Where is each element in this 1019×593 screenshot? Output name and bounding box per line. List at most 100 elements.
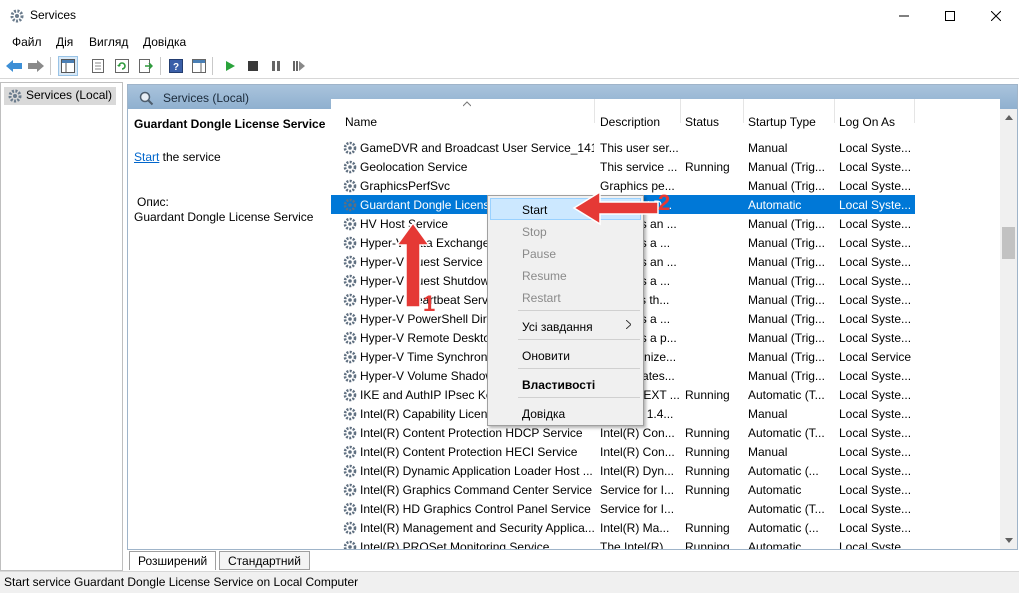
context-menu: Start Stop Pause Resume Restart Усі завд… [487, 195, 644, 426]
cell-startup-type: Manual (Trig... [748, 331, 825, 345]
service-gear-icon [342, 330, 358, 346]
tree-item-services-local[interactable]: Services (Local) [4, 87, 117, 105]
service-gear-icon [342, 254, 358, 270]
cell-description: Intel(R) Ma... [600, 521, 670, 535]
table-row[interactable]: Intel(R) PROSet Monitoring Service The In… [331, 537, 915, 549]
restart-service-icon[interactable] [289, 56, 309, 76]
cell-log-on-as: Local Syste... [839, 141, 912, 155]
column-header-status-label: Status [685, 115, 720, 129]
service-gear-icon [342, 311, 358, 327]
cell-name: Intel(R) Graphics Command Center Service [360, 483, 593, 497]
context-menu-separator [518, 397, 640, 398]
pause-service-icon[interactable] [266, 56, 286, 76]
table-row[interactable]: Intel(R) Management and Security Applica… [331, 518, 915, 537]
properties-sheet-icon[interactable] [88, 56, 108, 76]
table-row[interactable]: Intel(R) HD Graphics Control Panel Servi… [331, 499, 915, 518]
service-gear-icon [342, 406, 358, 422]
cell-startup-type: Manual (Trig... [748, 160, 825, 174]
menu-action[interactable]: Дія [56, 35, 73, 49]
column-header-description[interactable]: Description [596, 99, 681, 129]
refresh-icon[interactable] [112, 56, 132, 76]
cell-log-on-as: Local Syste... [839, 407, 912, 421]
cell-name: GraphicsPerfSvc [360, 179, 451, 193]
maximize-button[interactable] [927, 0, 973, 31]
start-service-link-line: Start the service [134, 150, 221, 164]
service-gear-icon [342, 425, 358, 441]
cell-log-on-as: Local Syste... [839, 426, 912, 440]
table-row[interactable]: GraphicsPerfSvc Graphics pe... Manual (Tri… [331, 176, 915, 195]
status-bar: Start service Guardant Dongle License Se… [0, 571, 1019, 593]
view-tabs: Розширений Стандартний [127, 550, 1018, 571]
help-book-icon[interactable]: ? [166, 56, 186, 76]
scrollbar-thumb[interactable] [1002, 227, 1015, 259]
scroll-up-arrow-icon[interactable] [1000, 109, 1017, 126]
minimize-button[interactable] [881, 0, 927, 31]
stop-service-icon[interactable] [243, 56, 263, 76]
cell-log-on-as: Local Syste... [839, 388, 912, 402]
context-menu-properties[interactable]: Властивості [490, 373, 641, 395]
cell-log-on-as: Local Syste... [839, 331, 912, 345]
toolbar-separator [212, 57, 213, 75]
tab-standard[interactable]: Стандартний [219, 551, 310, 570]
service-gear-icon [342, 140, 358, 156]
context-menu-restart[interactable]: Restart [490, 286, 641, 308]
cell-startup-type: Manual [748, 445, 788, 459]
column-header-status[interactable]: Status [681, 99, 744, 129]
cell-log-on-as: Local Syste... [839, 217, 912, 231]
context-menu-refresh[interactable]: Оновити [490, 344, 641, 366]
service-gear-icon [342, 159, 358, 175]
forward-arrow-icon[interactable] [26, 56, 46, 76]
cell-name: Geolocation Service [360, 160, 468, 174]
close-button[interactable] [973, 0, 1019, 31]
table-row[interactable]: Intel(R) Graphics Command Center Service… [331, 480, 915, 499]
cell-description: This user ser... [600, 141, 679, 155]
table-row[interactable]: Intel(R) Dynamic Application Loader Host… [331, 461, 915, 480]
cell-status: Running [685, 426, 730, 440]
show-hide-action-pane-icon[interactable] [189, 56, 209, 76]
cell-startup-type: Manual (Trig... [748, 350, 825, 364]
cell-name: GameDVR and Broadcast User Service_141..… [360, 141, 594, 155]
table-row[interactable]: Geolocation Service This service ... Runni… [331, 157, 915, 176]
start-service-play-icon[interactable] [220, 56, 240, 76]
vertical-scrollbar[interactable] [1000, 109, 1017, 549]
context-menu-resume[interactable]: Resume [490, 264, 641, 286]
selected-service-title: Guardant Dongle License Service [134, 117, 326, 131]
menu-help[interactable]: Довідка [143, 35, 186, 49]
cell-log-on-as: Local Syste... [839, 312, 912, 326]
context-menu-stop[interactable]: Stop [490, 220, 641, 242]
cell-log-on-as: Local Syste... [839, 540, 912, 549]
scroll-down-arrow-icon[interactable] [1000, 532, 1017, 549]
column-header-startup-type[interactable]: Startup Type [744, 99, 835, 129]
cell-startup-type: Manual (Trig... [748, 255, 825, 269]
console-tree-icon[interactable] [58, 56, 78, 76]
tree-item-label: Services (Local) [26, 88, 113, 102]
cell-startup-type: Automatic (T... [748, 388, 825, 402]
context-menu-help[interactable]: Довідка [490, 402, 641, 424]
cell-startup-type: Manual (Trig... [748, 274, 825, 288]
export-list-icon[interactable] [136, 56, 156, 76]
context-menu-start[interactable]: Start [490, 198, 641, 220]
menu-file[interactable]: Файл [12, 35, 42, 49]
menu-bar: Файл Дія Вигляд Довідка [0, 31, 1019, 53]
cell-log-on-as: Local Syste... [839, 160, 912, 174]
back-arrow-icon[interactable] [4, 56, 24, 76]
service-gear-icon [342, 520, 358, 536]
start-service-link[interactable]: Start [134, 150, 159, 164]
context-menu-pause[interactable]: Pause [490, 242, 641, 264]
window-title: Services [30, 8, 77, 22]
cell-startup-type: Automatic (... [748, 464, 819, 478]
cell-startup-type: Manual (Trig... [748, 293, 825, 307]
column-header-name[interactable]: Name [331, 99, 595, 129]
cell-description: Intel(R) Dyn... [600, 464, 675, 478]
menu-view[interactable]: Вигляд [89, 35, 128, 49]
table-row[interactable]: Intel(R) Content Protection HECI Service… [331, 442, 915, 461]
context-menu-all-tasks[interactable]: Усі завдання [490, 315, 641, 337]
table-row[interactable]: GameDVR and Broadcast User Service_141..… [331, 138, 915, 157]
cell-startup-type: Manual [748, 407, 788, 421]
cell-status: Running [685, 445, 730, 459]
cell-name: Intel(R) Management and Security Applica… [360, 521, 594, 535]
tab-extended[interactable]: Розширений [129, 551, 217, 570]
cell-startup-type: Automatic (... [748, 521, 819, 535]
column-header-log-on-as[interactable]: Log On As [835, 99, 915, 129]
service-gear-icon [342, 235, 358, 251]
